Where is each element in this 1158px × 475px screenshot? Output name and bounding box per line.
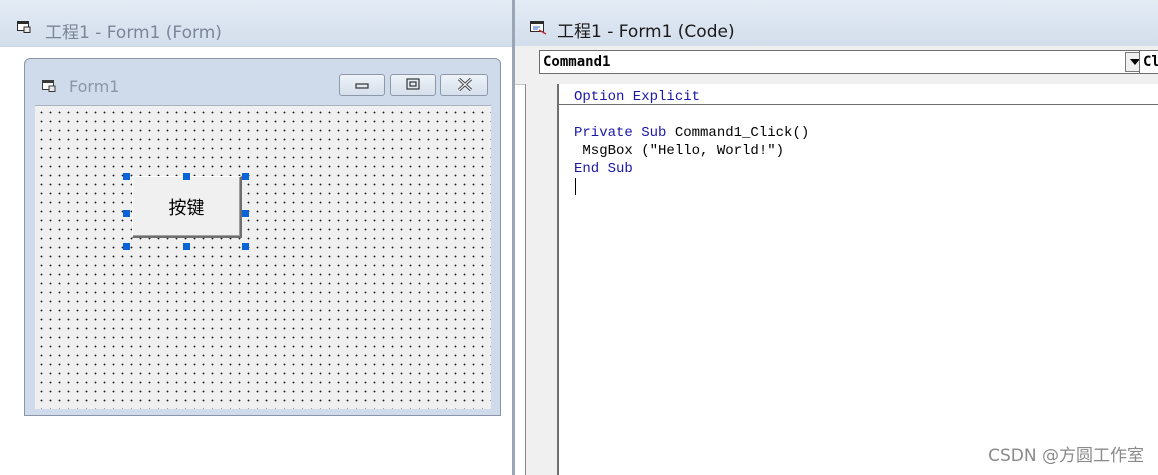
object-dropdown[interactable]: Command1 (539, 50, 1147, 74)
form-window-icon (17, 21, 31, 33)
form1-caption: Form1 (69, 77, 120, 96)
procedure-separator (559, 104, 1158, 105)
close-button[interactable] (440, 74, 488, 96)
minimize-icon (355, 83, 369, 89)
resize-handle-s[interactable] (183, 243, 190, 250)
code-sub-name: Command1_Click() (666, 125, 810, 141)
resize-handle-se[interactable] (242, 243, 249, 250)
code-line-msgbox: MsgBox ("Hello, World!") (574, 143, 785, 159)
watermark: CSDN @方圆工作室 (988, 446, 1144, 466)
minimize-button[interactable] (339, 74, 385, 96)
code-editor[interactable]: Option Explicit Private Sub Command1_Cli… (559, 84, 1158, 475)
resize-handle-e[interactable] (242, 210, 249, 217)
code-combo-bar: Command1 Cl (515, 46, 1158, 85)
form-designer-title: 工程1 - Form1 (Form) (45, 23, 222, 43)
procedure-dropdown[interactable]: Cl (1139, 50, 1158, 74)
resize-handle-ne[interactable] (242, 173, 249, 180)
command1-caption: 按键 (168, 197, 205, 219)
text-caret (575, 178, 576, 195)
resize-handle-nw[interactable] (123, 173, 130, 180)
restore-icon (406, 78, 420, 90)
form1-icon (42, 80, 56, 92)
code-window-titlebar[interactable]: 工程1 - Form1 (Code) (515, 0, 1158, 46)
command1-button[interactable]: 按键 (132, 176, 242, 238)
form1-designer-frame[interactable]: Form1 按键 (24, 58, 501, 416)
close-icon (457, 77, 473, 92)
code-margin-indicator-bar[interactable] (525, 84, 559, 475)
code-keyword-private-sub: Private Sub (574, 125, 667, 141)
code-window[interactable]: 工程1 - Form1 (Code) Command1 Cl Option Ex… (515, 0, 1158, 475)
code-window-icon (530, 21, 547, 35)
form-designer-titlebar[interactable]: 工程1 - Form1 (Form) (0, 0, 512, 47)
resize-handle-w[interactable] (123, 210, 130, 217)
restore-button[interactable] (390, 74, 436, 96)
form-designer-window[interactable]: 工程1 - Form1 (Form) Form1 按键 (0, 0, 512, 475)
code-line-sub-declaration: Private Sub Command1_Click() (574, 124, 809, 142)
form-design-surface[interactable]: 按键 (35, 105, 491, 409)
code-line-end-sub: End Sub (574, 161, 633, 177)
resize-handle-n[interactable] (183, 173, 190, 180)
resize-handle-sw[interactable] (123, 243, 130, 250)
procedure-dropdown-value: Cl (1143, 54, 1158, 70)
object-dropdown-value: Command1 (543, 54, 611, 70)
code-window-title: 工程1 - Form1 (Code) (557, 22, 735, 42)
